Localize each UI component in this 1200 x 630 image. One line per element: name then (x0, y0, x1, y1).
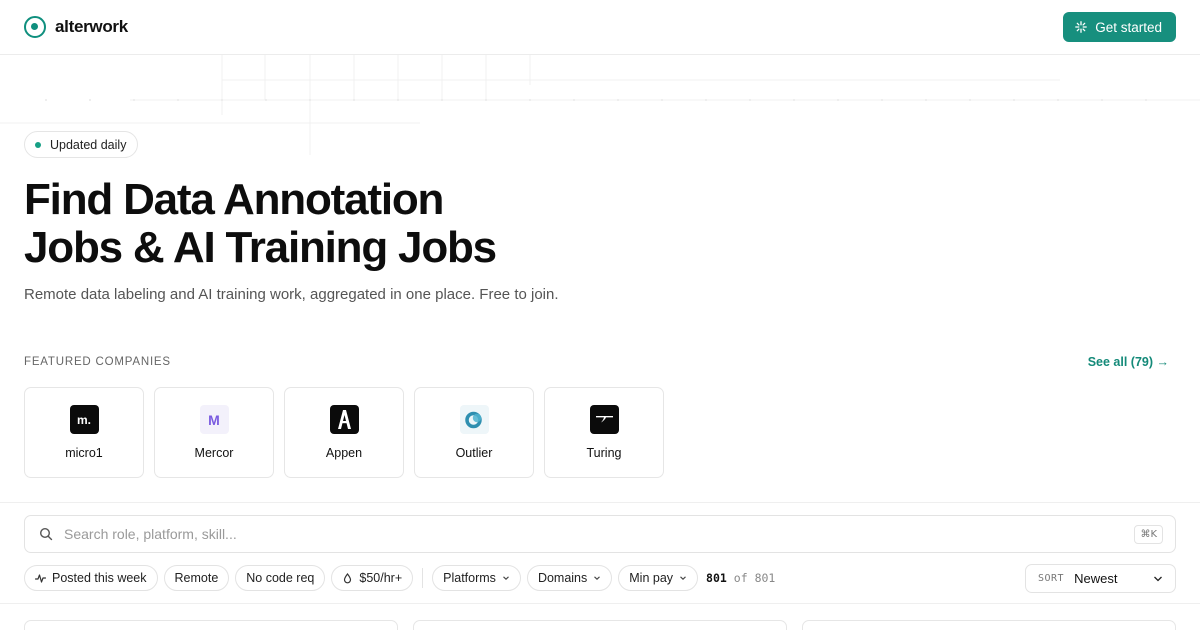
micro1-logo-mark: m. (76, 412, 91, 427)
status-dot-icon (35, 141, 41, 148)
get-started-button[interactable]: Get started (1063, 12, 1176, 42)
company-name: Outlier (455, 446, 493, 460)
micro1-logo-icon: m. (69, 405, 99, 434)
company-name: micro1 (65, 446, 103, 460)
section-divider (0, 502, 1200, 503)
featured-companies-list: m. micro1 M Mercor Appen Outlier Turing (24, 387, 664, 478)
title-line-2: Jobs & AI Training Jobs (24, 223, 497, 272)
job-card[interactable] (413, 620, 787, 630)
filter-label: Platforms (443, 571, 496, 585)
filter-label: No code req (246, 571, 315, 585)
company-name: Mercor (194, 446, 234, 460)
brand-logo[interactable]: alterwork (24, 16, 128, 38)
outlier-logo-icon (459, 405, 489, 434)
chevron-down-icon (503, 576, 509, 580)
sort-value: Newest (1074, 571, 1118, 586)
chevron-down-icon (594, 576, 601, 580)
mercor-logo-mark: M (208, 411, 220, 428)
updated-daily-badge: Updated daily (24, 131, 139, 158)
badge-label: Updated daily (50, 137, 127, 152)
sparkle-icon (1075, 21, 1088, 33)
title-line-1: Find Data Annotation (24, 175, 444, 224)
search-icon (39, 527, 53, 541)
filter-domains-dropdown[interactable]: Domains (526, 565, 613, 591)
results-shown: 801 (706, 571, 727, 585)
top-nav: alterwork Get started (0, 0, 1200, 55)
filter-platforms-dropdown[interactable]: Platforms (432, 565, 521, 591)
filter-label: Min pay (629, 571, 674, 585)
filter-posted-this-week[interactable]: Posted this week (24, 565, 158, 591)
get-started-label: Get started (1095, 19, 1162, 35)
company-card-appen[interactable]: Appen (284, 387, 404, 478)
results-total: 801 (754, 571, 776, 585)
search-bar: ⌘K (24, 515, 1176, 553)
filter-label: $50/hr+ (359, 571, 403, 585)
brand-mark-icon (24, 16, 46, 38)
decorative-grid (0, 55, 1200, 155)
company-card-outlier[interactable]: Outlier (414, 387, 534, 478)
sort-select[interactable]: SORT Newest (1025, 564, 1176, 593)
mercor-logo-icon: M (199, 405, 229, 434)
appen-logo-icon (329, 405, 359, 434)
job-list (24, 620, 1176, 630)
filter-no-code-req[interactable]: No code req (235, 565, 326, 591)
filter-label: Domains (537, 571, 588, 585)
section-divider (0, 603, 1200, 604)
filter-label: Remote (174, 571, 219, 585)
see-all-link[interactable]: See all (79) → (1088, 355, 1169, 369)
company-card-mercor[interactable]: M Mercor (154, 387, 274, 478)
search-input[interactable] (64, 526, 1064, 542)
filter-label: Posted this week (52, 571, 147, 585)
job-card[interactable] (24, 620, 398, 630)
sort-label: SORT (1038, 573, 1065, 584)
filter-min-50-per-hour[interactable]: $50/hr+ (331, 565, 414, 591)
drop-icon (344, 572, 352, 583)
filter-remote[interactable]: Remote (163, 565, 230, 591)
results-count: 801 of 801 (706, 571, 775, 585)
page-subtitle: Remote data labeling and AI training wor… (24, 286, 559, 303)
company-card-turing[interactable]: Turing (544, 387, 664, 478)
filter-min-pay-dropdown[interactable]: Min pay (618, 565, 699, 591)
filter-bar: Posted this week Remote No code req $50/… (24, 565, 775, 591)
keyboard-shortcut-hint: ⌘K (1134, 525, 1163, 544)
filter-divider (422, 568, 424, 588)
activity-icon (35, 573, 46, 583)
results-of: of (733, 571, 748, 585)
chevron-down-icon (680, 576, 686, 580)
company-card-micro1[interactable]: m. micro1 (24, 387, 144, 478)
featured-companies-heading: FEATURED COMPANIES (24, 356, 171, 368)
job-card[interactable] (802, 620, 1176, 630)
chevron-down-icon (1154, 576, 1162, 582)
brand-name: alterwork (55, 17, 128, 36)
company-name: Appen (325, 446, 363, 460)
page-title: Find Data Annotation Jobs & AI Training … (24, 176, 724, 272)
company-name: Turing (586, 446, 622, 460)
turing-logo-icon (589, 405, 619, 434)
